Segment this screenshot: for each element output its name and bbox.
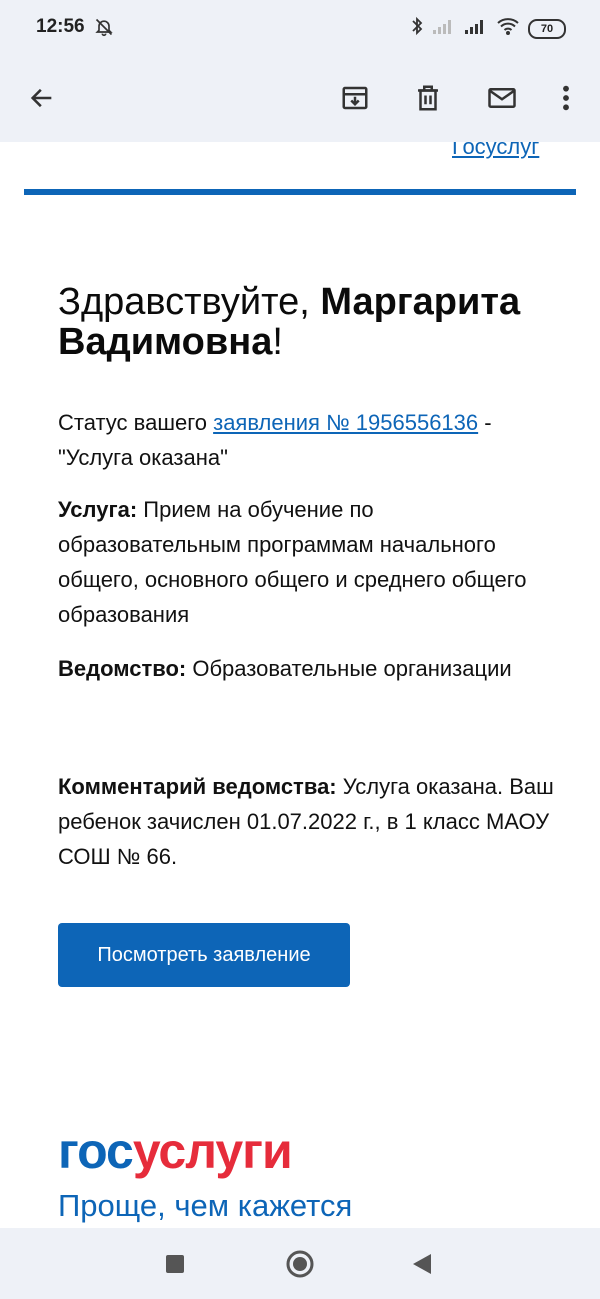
view-application-button[interactable]: Посмотреть заявление xyxy=(58,923,350,987)
clock: 12:56 xyxy=(36,16,85,37)
arrow-back-icon xyxy=(30,88,52,108)
mark-unread-button[interactable] xyxy=(480,76,524,120)
back-button[interactable] xyxy=(20,76,64,120)
greeting: Здравствуйте, Маргарита Вадимовна! xyxy=(58,282,558,362)
square-icon xyxy=(166,1255,184,1273)
recents-button[interactable] xyxy=(157,1246,193,1282)
delete-button[interactable] xyxy=(406,76,450,120)
system-icons: 70 xyxy=(410,16,566,41)
agency-info: Ведомство: Образовательные организации xyxy=(58,651,558,686)
battery-indicator: 70 xyxy=(528,18,566,39)
logo-part-uslugi: услуги xyxy=(132,1123,293,1179)
back-nav-button[interactable] xyxy=(404,1246,440,1282)
bluetooth-icon xyxy=(410,16,424,41)
email-toolbar xyxy=(0,56,600,142)
agency-value: Образовательные организации xyxy=(186,656,512,681)
archive-button[interactable] xyxy=(333,76,377,120)
system-nav-bar xyxy=(0,1228,600,1299)
service-info: Услуга: Прием на обучение по образовател… xyxy=(58,492,558,632)
greeting-prefix: Здравствуйте, xyxy=(58,281,321,323)
agency-comment: Комментарий ведомства: Услуга оказана. В… xyxy=(58,769,558,874)
service-label: Услуга: xyxy=(58,497,138,522)
logo-part-gos: гос xyxy=(58,1123,134,1179)
application-status: Статус вашего заявления № 1956556136 - "… xyxy=(58,405,558,475)
home-button[interactable] xyxy=(282,1246,318,1282)
triangle-back-icon xyxy=(413,1254,431,1274)
more-options-button[interactable] xyxy=(544,76,588,120)
more-vertical-icon xyxy=(563,85,569,111)
gosuslugi-logo: госуслуги xyxy=(58,1123,293,1179)
archive-icon xyxy=(342,86,368,110)
bell-off-icon xyxy=(94,17,114,42)
header-divider xyxy=(24,189,576,195)
status-bar: 12:56 70 xyxy=(0,0,600,56)
application-link[interactable]: заявления № 1956556136 xyxy=(213,410,478,435)
mail-icon xyxy=(488,88,516,108)
signal-icon xyxy=(464,17,488,40)
comment-label: Комментарий ведомства: xyxy=(58,774,337,799)
wifi-icon xyxy=(496,17,520,40)
status-prefix: Статус вашего xyxy=(58,410,214,435)
circle-icon xyxy=(286,1250,314,1278)
signal-empty-icon xyxy=(432,17,456,40)
greeting-suffix: ! xyxy=(272,321,283,363)
slogan: Проще, чем кажется xyxy=(58,1188,353,1223)
email-body: Госуслуг Здравствуйте, Маргарита Вадимов… xyxy=(0,142,600,1228)
agency-label: Ведомство: xyxy=(58,656,187,681)
trash-icon xyxy=(418,85,438,111)
gosuslugi-top-link[interactable]: Госуслуг xyxy=(452,142,539,160)
